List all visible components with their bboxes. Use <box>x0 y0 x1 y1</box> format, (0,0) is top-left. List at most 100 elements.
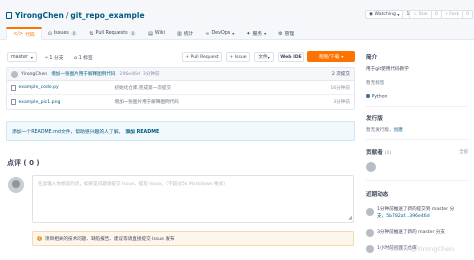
file-name[interactable]: example_code.py <box>19 85 115 90</box>
latest-commit-row: YirongChen 增加一张图片用于解释图例代码 296e46d 3分钟前 2… <box>7 68 354 81</box>
avatar[interactable] <box>366 229 374 237</box>
tab-wiki[interactable]: ▤ Wiki <box>142 27 171 40</box>
repo-header: YirongChen / git_repo_example ◉ Watching ▾… <box>0 0 474 40</box>
file-time: 3分钟前 <box>333 100 350 105</box>
activity-text: 3分钟前推送了新的 master 分支 <box>377 230 445 235</box>
branches-link[interactable]: ⑂ 1 分支 <box>45 54 64 61</box>
file-commit-message[interactable]: 初始化仓库,完成第一次提交 <box>115 85 172 91</box>
release-empty-text: 暂无发行版， <box>366 128 394 133</box>
tab-pull-requests[interactable]: ⇅ Pull Requests 0 <box>83 27 142 40</box>
table-row[interactable]: example_code.py 初始化仓库,完成第一次提交 16分钟前 <box>7 81 354 95</box>
issue-icon: ⊙ <box>47 30 52 37</box>
file-table: YirongChen 增加一张图片用于解释图例代码 296e46d 3分钟前 2… <box>6 67 355 110</box>
repo-icon <box>6 12 12 19</box>
add-readme-link[interactable]: 添加 README <box>125 128 159 135</box>
divider <box>366 139 468 140</box>
clone-download-button[interactable]: 克隆/下载 ▾ <box>307 51 355 62</box>
commit-count-link[interactable]: 2 次提交 <box>332 71 350 77</box>
avatar[interactable] <box>366 208 374 216</box>
file-name[interactable]: example_pic1.png <box>19 100 115 105</box>
commit-time: 3分钟前 <box>142 72 160 77</box>
comment-input[interactable]: 在此输入你想说的话，如果是问题请提交 Issue，提及 Issue。（不超过5k… <box>32 175 354 223</box>
language-label[interactable]: Python <box>366 94 387 99</box>
pull-request-button[interactable]: + Pull Request <box>182 52 222 62</box>
create-release-link[interactable]: 创建 <box>394 128 403 133</box>
readme-notice-text: 添加一个README.md文件，帮助感兴趣的人了解， <box>12 129 124 135</box>
issue-button[interactable]: + Issue <box>226 52 250 62</box>
branch-icon: ⑂ <box>45 56 48 61</box>
tab-label: 管理 <box>284 32 295 37</box>
issue-hint: ! 项目相关的技术问题、缺陷报告、建议等请直接提交 Issue 发布 <box>32 231 354 246</box>
fork-label: Fork <box>449 12 460 17</box>
file-time: 16分钟前 <box>330 85 350 91</box>
divider <box>366 106 468 107</box>
no-tags-text: 暂无标签 <box>366 81 385 86</box>
clone-label: 克隆/下载 <box>318 55 340 60</box>
pr-icon: ⇅ <box>89 30 94 37</box>
file-icon <box>11 84 16 91</box>
avatar[interactable] <box>366 245 374 253</box>
issue-hint-text: 项目相关的技术问题、缺陷报告、建议等请直接提交 Issue 发布 <box>45 236 175 242</box>
tab-label: Issues <box>53 31 69 36</box>
file-menu-label: 文件 <box>258 55 268 60</box>
chevron-down-icon: ▾ <box>267 54 270 60</box>
fork-button[interactable]: ⑂ Fork 0 <box>441 10 474 19</box>
tab-label: Pull Requests <box>95 31 128 36</box>
table-row[interactable]: example_pic1.png 增加一张图片用于解释图例代码 3分钟前 <box>7 95 354 109</box>
settings-icon: ⚙ <box>278 30 283 37</box>
comments-title: 点评 ( 0 ) <box>7 159 40 167</box>
star-count[interactable]: 0 <box>431 11 441 18</box>
tab-label: Wiki <box>154 31 165 36</box>
release-text: 暂无发行版，创建 <box>366 127 403 133</box>
tab-settings[interactable]: ⚙ 管理 <box>272 27 300 40</box>
watching-label: Watching <box>374 12 396 17</box>
repo-title-separator: / <box>65 11 69 20</box>
chevron-down-icon: ▾ <box>30 54 33 60</box>
chevron-down-icon: ▾ <box>232 31 235 36</box>
tab-badge: 0 <box>70 31 78 36</box>
divider <box>366 180 468 181</box>
stats-icon: ▥ <box>176 30 182 37</box>
code-icon: </> <box>13 31 24 37</box>
resize-handle-icon[interactable]: ◢ <box>348 215 352 221</box>
commit-author[interactable]: YirongChen <box>21 72 47 77</box>
star-label: Star <box>418 12 429 17</box>
wiki-icon: ▤ <box>148 30 153 37</box>
tab-label: 代码 <box>25 32 35 38</box>
eye-icon: ◉ <box>369 12 374 17</box>
contributors-all-link[interactable]: 全部 <box>459 149 468 155</box>
tab-stats[interactable]: ▥ 统计 <box>171 27 199 40</box>
service-icon: ✦ <box>246 30 251 37</box>
intro-text: 用于git使用代码教学 <box>366 67 409 72</box>
avatar[interactable] <box>366 162 376 172</box>
avatar[interactable] <box>11 70 18 78</box>
activity-commit-range-link[interactable]: 支，5b782af...396e46d <box>377 213 454 220</box>
chevron-down-icon: ▾ <box>397 12 400 17</box>
star-button[interactable]: ☆ Star 0 <box>409 10 442 19</box>
tab-service[interactable]: ✦ 服务 ▾ <box>240 27 272 40</box>
commit-message[interactable]: 增加一张图片用于解释图例代码 <box>51 71 115 77</box>
tab-badge: 0 <box>129 31 137 36</box>
file-menu-button[interactable]: 文件 ▾ <box>254 52 274 62</box>
watermark: CSDN @YirongChen <box>390 245 455 253</box>
watching-button[interactable]: ◉ Watching ▾ 1 <box>365 10 414 19</box>
devops-icon: ∞ <box>205 30 210 37</box>
web-ide-button[interactable]: Web IDE <box>278 52 304 62</box>
tab-code[interactable]: </> 代码 <box>6 27 42 40</box>
star-icon: ☆ <box>413 12 418 17</box>
branches-count: 1 分支 <box>49 56 64 61</box>
repo-title: YirongChen / git_repo_example <box>6 11 145 20</box>
list-item: 1分钟前推送了新的提交到 master 分 支，5b782af...396e46… <box>377 206 454 220</box>
tab-issues[interactable]: ⊙ Issues 0 <box>42 27 84 40</box>
repo-name-link[interactable]: git_repo_example <box>70 11 144 20</box>
fork-count[interactable]: 0 <box>462 11 472 18</box>
tags-link[interactable]: ⌂ 1 标签 <box>74 54 93 61</box>
fork-icon: ⑂ <box>445 12 448 17</box>
file-commit-message[interactable]: 增加一张图片用于解释图例代码 <box>115 99 179 105</box>
chevron-down-icon: ▾ <box>264 31 267 36</box>
release-title: 发行版 <box>366 116 383 122</box>
branch-select[interactable]: master ▾ <box>7 52 37 62</box>
tab-devops[interactable]: ∞ DevOps ▾ <box>199 27 240 40</box>
repo-owner-link[interactable]: YirongChen <box>15 11 64 20</box>
commit-hash[interactable]: 296e46d <box>120 72 140 77</box>
